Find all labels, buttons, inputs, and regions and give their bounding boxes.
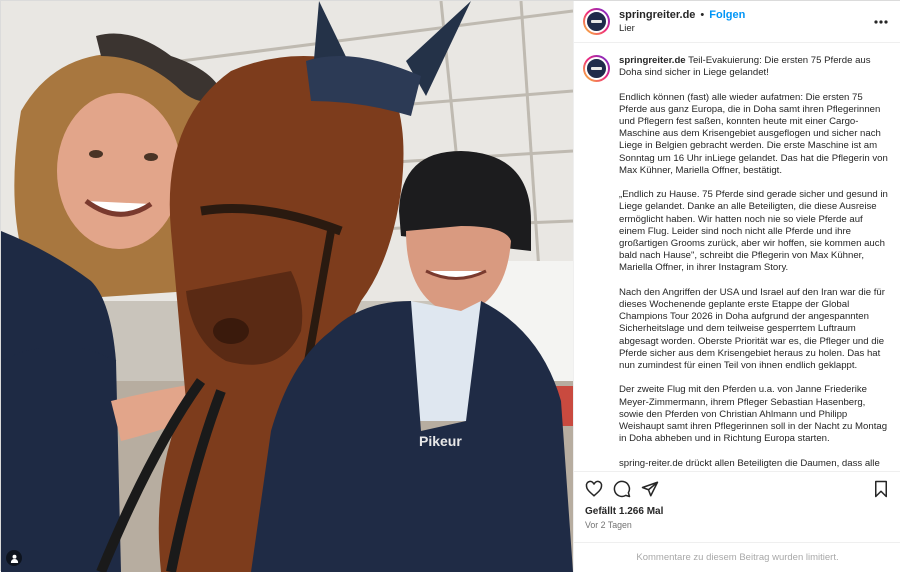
user-icon (10, 554, 18, 563)
bookmark-icon[interactable] (872, 480, 890, 498)
post-header: springreiter.de • Folgen Lier (574, 1, 900, 43)
like-count[interactable]: Gefällt 1.266 Mal (574, 505, 900, 518)
header-text: springreiter.de • Folgen Lier (619, 9, 873, 35)
caption-username[interactable]: springreiter.de (619, 55, 686, 66)
caption-paragraph-4: Der zweite Flug mit den Pferden u.a. von… (619, 384, 888, 445)
separator-dot: • (700, 8, 705, 21)
post-timestamp[interactable]: Vor 2 Tagen (574, 518, 900, 542)
jacket-logo-text: Pikeur (419, 433, 462, 449)
more-options-icon[interactable] (873, 14, 889, 30)
caption-headline: springreiter.de Teil-Evakuierung: Die er… (619, 55, 889, 79)
photo-illustration: Pikeur (1, 1, 573, 572)
send-icon[interactable] (641, 480, 659, 498)
post-sidebar: springreiter.de • Folgen Lier springreit… (573, 1, 900, 572)
tagged-users-button[interactable] (6, 550, 22, 566)
caption-paragraph-1: Endlich können (fast) alle wieder aufatm… (619, 91, 888, 176)
avatar[interactable] (583, 8, 610, 35)
action-bar (574, 471, 900, 505)
follow-button[interactable]: Folgen (709, 9, 745, 22)
caption-paragraph-5: spring-reiter.de drückt allen Beteiligte… (619, 457, 880, 471)
location-link[interactable]: Lier (619, 22, 873, 35)
comment-icon[interactable] (613, 480, 631, 498)
heart-icon[interactable] (585, 480, 603, 498)
username-link[interactable]: springreiter.de (619, 9, 695, 22)
header-top-line: springreiter.de • Folgen (619, 9, 873, 22)
caption-text: springreiter.de Teil-Evakuierung: Die er… (619, 55, 889, 471)
caption-avatar[interactable] (583, 55, 610, 82)
comments-limited-notice: Kommentare zu diesem Beitrag wurden limi… (574, 542, 900, 572)
caption-paragraph-2: „Endlich zu Hause. 75 Pferde sind gerade… (619, 189, 888, 274)
instagram-post: Pikeur springreiter.de • Folgen Lier spr… (0, 0, 900, 572)
post-photo[interactable]: Pikeur (1, 1, 573, 572)
caption-area: springreiter.de Teil-Evakuierung: Die er… (574, 43, 900, 471)
caption-paragraph-3: Nach den Angriffen der USA und Israel au… (619, 286, 885, 372)
